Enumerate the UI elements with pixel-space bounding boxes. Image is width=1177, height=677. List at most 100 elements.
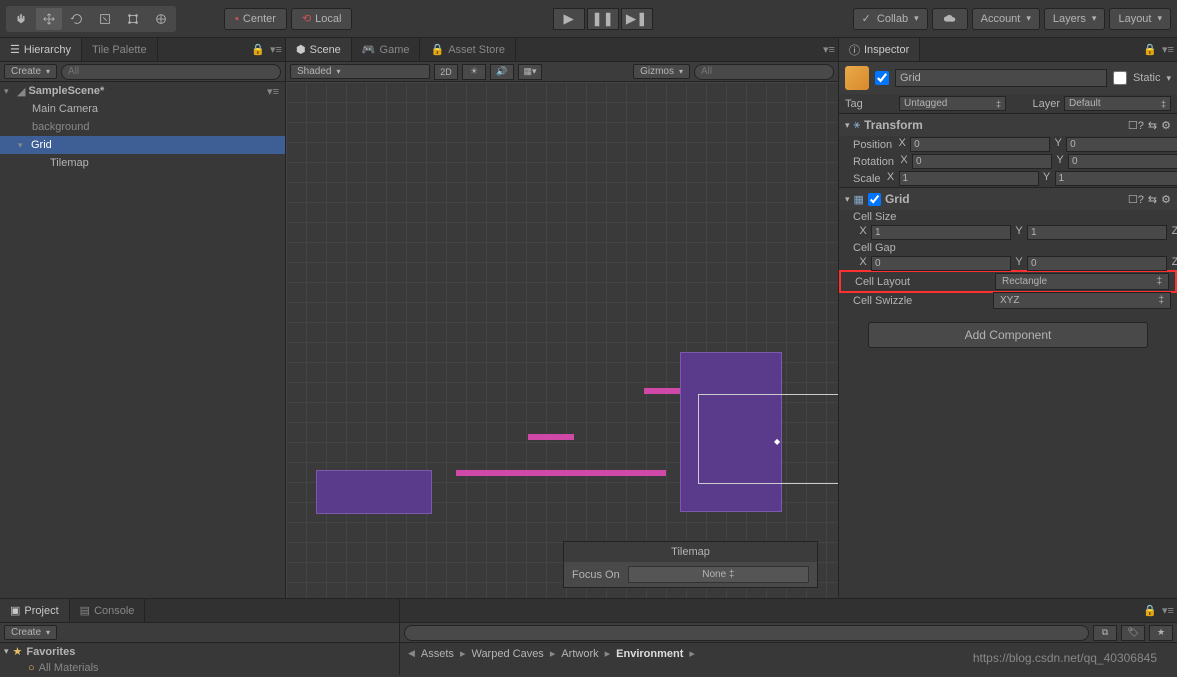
cellgap-y-input[interactable] xyxy=(1027,256,1167,271)
scale-x-input[interactable] xyxy=(899,171,1039,186)
hierarchy-scene-row[interactable]: ▾◢ SampleScene*▾≡ xyxy=(0,82,285,100)
grid-icon: ▦ xyxy=(854,193,864,206)
scale-y-input[interactable] xyxy=(1055,171,1177,186)
all-materials-row[interactable]: ○ All Materials xyxy=(0,660,399,676)
object-name-input[interactable] xyxy=(895,69,1107,87)
cloud-button[interactable] xyxy=(932,8,968,30)
static-checkbox[interactable] xyxy=(1113,71,1127,85)
cell-swizzle-select[interactable]: XYZ xyxy=(993,292,1171,309)
hierarchy-lock-icon[interactable]: 🔒 xyxy=(249,38,267,61)
audio-toggle[interactable]: 🔊 xyxy=(490,64,514,80)
cellsize-x-input[interactable] xyxy=(871,225,1011,240)
tilemap-overlay-title: Tilemap xyxy=(564,542,817,562)
rect-tool[interactable] xyxy=(120,8,146,30)
breadcrumb-current[interactable]: Environment xyxy=(616,648,683,660)
tab-project[interactable]: ▣ Project xyxy=(0,599,70,622)
rotation-y-input[interactable] xyxy=(1068,154,1177,169)
move-tool[interactable] xyxy=(36,8,62,30)
cell-layout-select[interactable]: Rectangle xyxy=(995,273,1169,290)
label-icon[interactable]: 🏷 xyxy=(1121,625,1145,641)
project-search-input[interactable] xyxy=(404,625,1089,641)
hierarchy-item[interactable]: Main Camera xyxy=(0,100,285,118)
step-button[interactable]: ▶❚ xyxy=(621,8,653,30)
hand-tool[interactable] xyxy=(8,8,34,30)
scene-viewport[interactable]: ◆ Tilemap Focus On None ‡ xyxy=(286,82,838,598)
tab-game[interactable]: 🎮 Game xyxy=(352,38,421,61)
grid-foldout[interactable]: ▾ xyxy=(845,194,850,205)
object-icon[interactable] xyxy=(845,66,869,90)
transform-foldout[interactable]: ▾ xyxy=(845,120,850,131)
position-y-input[interactable] xyxy=(1066,137,1177,152)
scale-label: Scale xyxy=(853,173,881,185)
tab-console[interactable]: ▤ Console xyxy=(70,599,146,622)
object-active-checkbox[interactable] xyxy=(875,71,889,85)
inspector-panel: ⓘ Inspector 🔒 ▾≡ Static ▾ Tag Untagged L… xyxy=(839,38,1177,598)
hierarchy-search-input[interactable] xyxy=(61,64,281,80)
tab-scene[interactable]: ⬢ Scene xyxy=(286,38,352,61)
star-icon[interactable]: ★ xyxy=(1149,625,1173,641)
gear-icon[interactable]: ⚙ xyxy=(1161,193,1171,206)
scale-tool[interactable] xyxy=(92,8,118,30)
focus-on-select[interactable]: None ‡ xyxy=(628,566,809,583)
tag-select[interactable]: Untagged xyxy=(899,96,1006,111)
layout-dropdown[interactable]: Layout xyxy=(1109,8,1171,30)
position-label: Position xyxy=(853,139,892,151)
main-toolbar: ▪Center ⟲Local ▶ ❚❚ ▶❚ ✓ Collab Account … xyxy=(0,0,1177,38)
account-dropdown[interactable]: Account xyxy=(972,8,1040,30)
play-button[interactable]: ▶ xyxy=(553,8,585,30)
shading-mode-dropdown[interactable]: Shaded xyxy=(290,64,430,79)
pivot-center-toggle[interactable]: ▪Center xyxy=(224,8,287,30)
project-panel-left: ▣ Project ▤ Console Create ▾★ Favorites … xyxy=(0,599,400,675)
layer-select[interactable]: Default xyxy=(1064,96,1171,111)
help-icon[interactable]: ☐? xyxy=(1128,193,1144,206)
static-label: Static xyxy=(1133,72,1161,84)
preset-icon[interactable]: ⇆ xyxy=(1148,193,1157,206)
scene-search-input[interactable] xyxy=(694,64,834,80)
help-icon[interactable]: ☐? xyxy=(1128,119,1144,132)
pause-button[interactable]: ❚❚ xyxy=(587,8,619,30)
project-menu-icon[interactable]: ▾≡ xyxy=(1159,599,1177,622)
rotate-tool[interactable] xyxy=(64,8,90,30)
lighting-toggle[interactable]: ☀ xyxy=(462,64,486,80)
position-x-input[interactable] xyxy=(910,137,1050,152)
rotation-x-input[interactable] xyxy=(912,154,1052,169)
gizmos-dropdown[interactable]: Gizmos xyxy=(633,64,690,79)
collab-dropdown[interactable]: ✓ Collab xyxy=(853,8,928,30)
tab-inspector[interactable]: ⓘ Inspector xyxy=(839,38,920,61)
filter-icon[interactable]: ⧉ xyxy=(1093,625,1117,641)
watermark: https://blog.csdn.net/qq_40306845 xyxy=(973,651,1157,665)
project-lock-icon[interactable]: 🔒 xyxy=(1141,599,1159,622)
hierarchy-create-dropdown[interactable]: Create xyxy=(4,64,57,79)
scene-panel: ⬢ Scene 🎮 Game 🔒 Asset Store ▾≡ Shaded 2… xyxy=(286,38,839,598)
tab-hierarchy[interactable]: ☰ Hierarchy xyxy=(0,38,82,61)
breadcrumb-item[interactable]: Artwork xyxy=(561,648,598,660)
hierarchy-item[interactable]: Tilemap xyxy=(0,154,285,172)
tab-asset-store[interactable]: 🔒 Asset Store xyxy=(420,38,516,61)
scene-selection-rect xyxy=(698,394,838,484)
preset-icon[interactable]: ⇆ xyxy=(1148,119,1157,132)
grid-enabled-checkbox[interactable] xyxy=(868,193,881,206)
breadcrumb-item[interactable]: Assets xyxy=(421,648,454,660)
gear-icon[interactable]: ⚙ xyxy=(1161,119,1171,132)
inspector-menu-icon[interactable]: ▾≡ xyxy=(1159,38,1177,61)
2d-toggle[interactable]: 2D xyxy=(434,64,458,80)
transform-icon: ⚹ xyxy=(854,119,861,132)
layers-dropdown[interactable]: Layers xyxy=(1044,8,1106,30)
add-component-button[interactable]: Add Component xyxy=(868,322,1148,348)
cellsize-y-input[interactable] xyxy=(1027,225,1167,240)
cell-layout-row-highlighted: Cell Layout Rectangle xyxy=(839,270,1177,293)
project-create-dropdown[interactable]: Create xyxy=(4,625,57,640)
hierarchy-item-selected[interactable]: ▾Grid xyxy=(0,136,285,154)
effects-toggle[interactable]: ▦▾ xyxy=(518,64,542,80)
static-dropdown-icon[interactable]: ▾ xyxy=(1166,73,1171,84)
tab-tile-palette[interactable]: Tile Palette xyxy=(82,38,158,61)
transform-tool[interactable] xyxy=(148,8,174,30)
scene-menu-icon[interactable]: ▾≡ xyxy=(820,38,838,61)
favorites-row[interactable]: ▾★ Favorites xyxy=(0,643,399,660)
breadcrumb-item[interactable]: Warped Caves xyxy=(471,648,543,660)
hierarchy-menu-icon[interactable]: ▾≡ xyxy=(267,38,285,61)
cellgap-x-input[interactable] xyxy=(871,256,1011,271)
inspector-lock-icon[interactable]: 🔒 xyxy=(1141,38,1159,61)
hierarchy-item[interactable]: background xyxy=(0,118,285,136)
local-global-toggle[interactable]: ⟲Local xyxy=(291,8,353,30)
